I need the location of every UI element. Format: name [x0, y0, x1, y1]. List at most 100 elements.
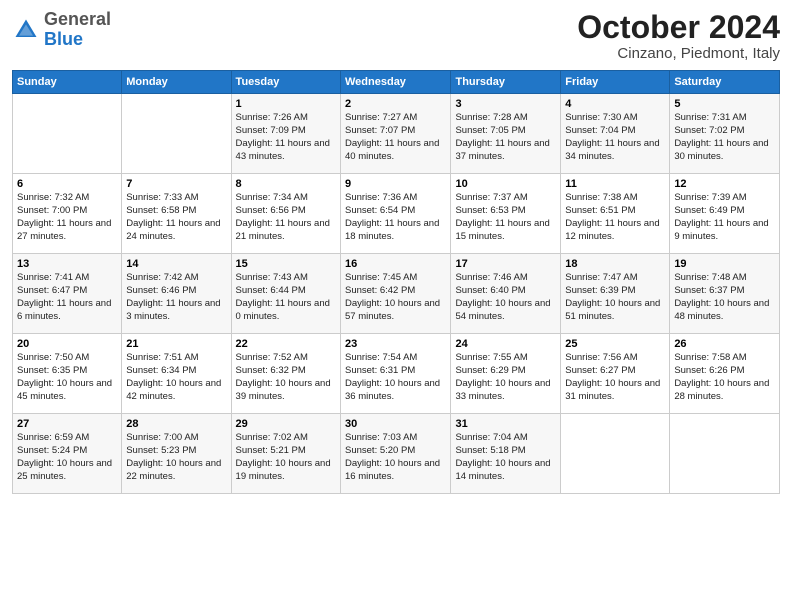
- calendar-cell: 8Sunrise: 7:34 AMSunset: 6:56 PMDaylight…: [231, 174, 340, 254]
- day-number: 6: [17, 178, 117, 190]
- day-number: 7: [126, 178, 226, 190]
- day-info: Sunrise: 7:02 AMSunset: 5:21 PMDaylight:…: [236, 432, 336, 483]
- day-number: 18: [565, 258, 665, 270]
- day-info: Sunrise: 7:54 AMSunset: 6:31 PMDaylight:…: [345, 352, 446, 403]
- day-number: 31: [455, 418, 556, 430]
- day-number: 23: [345, 338, 446, 350]
- day-number: 19: [674, 258, 775, 270]
- calendar-cell: 4 Sunrise: 7:30 AMSunset: 7:04 PMDaylight…: [561, 94, 670, 174]
- calendar-cell: 10Sunrise: 7:37 AMSunset: 6:53 PMDayligh…: [451, 174, 561, 254]
- day-number: 29: [236, 418, 336, 430]
- day-info: Sunrise: 7:33 AMSunset: 6:58 PMDaylight:…: [126, 192, 226, 243]
- day-of-week-header: Sunday: [13, 71, 122, 94]
- calendar-cell: 9 Sunrise: 7:36 AMSunset: 6:54 PMDaylight…: [341, 174, 451, 254]
- day-info: Sunrise: 7:56 AMSunset: 6:27 PMDaylight:…: [565, 352, 665, 403]
- day-number: 11: [565, 178, 665, 190]
- calendar-cell: 27 Sunrise: 6:59 AMSunset: 5:24 PMDayligh…: [13, 414, 122, 494]
- day-number: 26: [674, 338, 775, 350]
- day-info: Sunrise: 7:52 AMSunset: 6:32 PMDaylight:…: [236, 352, 336, 403]
- day-info: Sunrise: 7:42 AMSunset: 6:46 PMDaylight:…: [126, 272, 226, 323]
- day-number: 25: [565, 338, 665, 350]
- day-of-week-header: Friday: [561, 71, 670, 94]
- location: Cinzano, Piedmont, Italy: [577, 45, 780, 62]
- calendar-cell: 21Sunrise: 7:51 AMSunset: 6:34 PMDayligh…: [122, 334, 231, 414]
- calendar-cell: 24 Sunrise: 7:55 AMSunset: 6:29 PMDayligh…: [451, 334, 561, 414]
- day-info: Sunrise: 7:50 AMSunset: 6:35 PMDaylight:…: [17, 352, 117, 403]
- calendar-cell: [13, 94, 122, 174]
- day-number: 12: [674, 178, 775, 190]
- calendar-table: SundayMondayTuesdayWednesdayThursdayFrid…: [12, 70, 780, 494]
- day-of-week-header: Saturday: [670, 71, 780, 94]
- calendar-cell: [670, 414, 780, 494]
- day-info: Sunrise: 7:38 AMSunset: 6:51 PMDaylight:…: [565, 192, 665, 243]
- calendar-cell: 25 Sunrise: 7:56 AMSunset: 6:27 PMDayligh…: [561, 334, 670, 414]
- day-number: 20: [17, 338, 117, 350]
- calendar-cell: [561, 414, 670, 494]
- day-info: Sunrise: 7:39 AMSunset: 6:49 PMDaylight:…: [674, 192, 775, 243]
- day-number: 17: [455, 258, 556, 270]
- title-block: October 2024 Cinzano, Piedmont, Italy: [577, 10, 780, 62]
- calendar-cell: 6 Sunrise: 7:32 AMSunset: 7:00 PMDaylight…: [13, 174, 122, 254]
- day-of-week-header: Monday: [122, 71, 231, 94]
- day-number: 1: [236, 98, 336, 110]
- day-number: 24: [455, 338, 556, 350]
- calendar-cell: 15 Sunrise: 7:43 AMSunset: 6:44 PMDayligh…: [231, 254, 340, 334]
- day-number: 27: [17, 418, 117, 430]
- logo-text: General Blue: [44, 10, 111, 50]
- calendar-cell: 28 Sunrise: 7:00 AMSunset: 5:23 PMDayligh…: [122, 414, 231, 494]
- day-number: 21: [126, 338, 226, 350]
- day-info: Sunrise: 7:46 AMSunset: 6:40 PMDaylight:…: [455, 272, 556, 323]
- day-of-week-header: Thursday: [451, 71, 561, 94]
- calendar-cell: 14 Sunrise: 7:42 AMSunset: 6:46 PMDayligh…: [122, 254, 231, 334]
- day-info: Sunrise: 7:28 AMSunset: 7:05 PMDaylight:…: [455, 112, 556, 163]
- day-info: Sunrise: 7:04 AMSunset: 5:18 PMDaylight:…: [455, 432, 556, 483]
- page-header: General Blue October 2024 Cinzano, Piedm…: [12, 10, 780, 62]
- calendar-cell: 7 Sunrise: 7:33 AMSunset: 6:58 PMDaylight…: [122, 174, 231, 254]
- day-number: 10: [455, 178, 556, 190]
- calendar-cell: 5 Sunrise: 7:31 AMSunset: 7:02 PMDaylight…: [670, 94, 780, 174]
- logo-icon: [12, 16, 40, 44]
- day-info: Sunrise: 7:43 AMSunset: 6:44 PMDaylight:…: [236, 272, 336, 323]
- day-info: Sunrise: 6:59 AMSunset: 5:24 PMDaylight:…: [17, 432, 117, 483]
- calendar-cell: 16Sunrise: 7:45 AMSunset: 6:42 PMDayligh…: [341, 254, 451, 334]
- day-number: 15: [236, 258, 336, 270]
- day-number: 16: [345, 258, 446, 270]
- day-number: 13: [17, 258, 117, 270]
- day-number: 4: [565, 98, 665, 110]
- day-info: Sunrise: 7:48 AMSunset: 6:37 PMDaylight:…: [674, 272, 775, 323]
- calendar-cell: 13 Sunrise: 7:41 AMSunset: 6:47 PMDayligh…: [13, 254, 122, 334]
- day-info: Sunrise: 7:00 AMSunset: 5:23 PMDaylight:…: [126, 432, 226, 483]
- day-of-week-header: Wednesday: [341, 71, 451, 94]
- calendar-cell: 1Sunrise: 7:26 AMSunset: 7:09 PMDaylight…: [231, 94, 340, 174]
- day-info: Sunrise: 7:31 AMSunset: 7:02 PMDaylight:…: [674, 112, 775, 163]
- calendar-cell: 18 Sunrise: 7:47 AMSunset: 6:39 PMDayligh…: [561, 254, 670, 334]
- logo-general: General: [44, 9, 111, 29]
- day-info: Sunrise: 7:55 AMSunset: 6:29 PMDaylight:…: [455, 352, 556, 403]
- calendar-cell: 11 Sunrise: 7:38 AMSunset: 6:51 PMDayligh…: [561, 174, 670, 254]
- day-number: 3: [455, 98, 556, 110]
- day-number: 9: [345, 178, 446, 190]
- day-info: Sunrise: 7:03 AMSunset: 5:20 PMDaylight:…: [345, 432, 446, 483]
- calendar-cell: 22 Sunrise: 7:52 AMSunset: 6:32 PMDayligh…: [231, 334, 340, 414]
- day-info: Sunrise: 7:41 AMSunset: 6:47 PMDaylight:…: [17, 272, 117, 323]
- day-info: Sunrise: 7:47 AMSunset: 6:39 PMDaylight:…: [565, 272, 665, 323]
- day-number: 14: [126, 258, 226, 270]
- calendar-cell: 17 Sunrise: 7:46 AMSunset: 6:40 PMDayligh…: [451, 254, 561, 334]
- day-info: Sunrise: 7:58 AMSunset: 6:26 PMDaylight:…: [674, 352, 775, 403]
- calendar-cell: 30Sunrise: 7:03 AMSunset: 5:20 PMDayligh…: [341, 414, 451, 494]
- calendar-cell: 20 Sunrise: 7:50 AMSunset: 6:35 PMDayligh…: [13, 334, 122, 414]
- day-info: Sunrise: 7:32 AMSunset: 7:00 PMDaylight:…: [17, 192, 117, 243]
- calendar-cell: 3 Sunrise: 7:28 AMSunset: 7:05 PMDaylight…: [451, 94, 561, 174]
- day-number: 22: [236, 338, 336, 350]
- logo: General Blue: [12, 10, 111, 50]
- day-number: 5: [674, 98, 775, 110]
- calendar-cell: 26 Sunrise: 7:58 AMSunset: 6:26 PMDayligh…: [670, 334, 780, 414]
- calendar-cell: 2Sunrise: 7:27 AMSunset: 7:07 PMDaylight…: [341, 94, 451, 174]
- day-info: Sunrise: 7:34 AMSunset: 6:56 PMDaylight:…: [236, 192, 336, 243]
- day-info: Sunrise: 7:36 AMSunset: 6:54 PMDaylight:…: [345, 192, 446, 243]
- day-info: Sunrise: 7:30 AMSunset: 7:04 PMDaylight:…: [565, 112, 665, 163]
- logo-blue: Blue: [44, 29, 83, 49]
- day-number: 28: [126, 418, 226, 430]
- calendar-cell: 31 Sunrise: 7:04 AMSunset: 5:18 PMDayligh…: [451, 414, 561, 494]
- day-info: Sunrise: 7:27 AMSunset: 7:07 PMDaylight:…: [345, 112, 446, 163]
